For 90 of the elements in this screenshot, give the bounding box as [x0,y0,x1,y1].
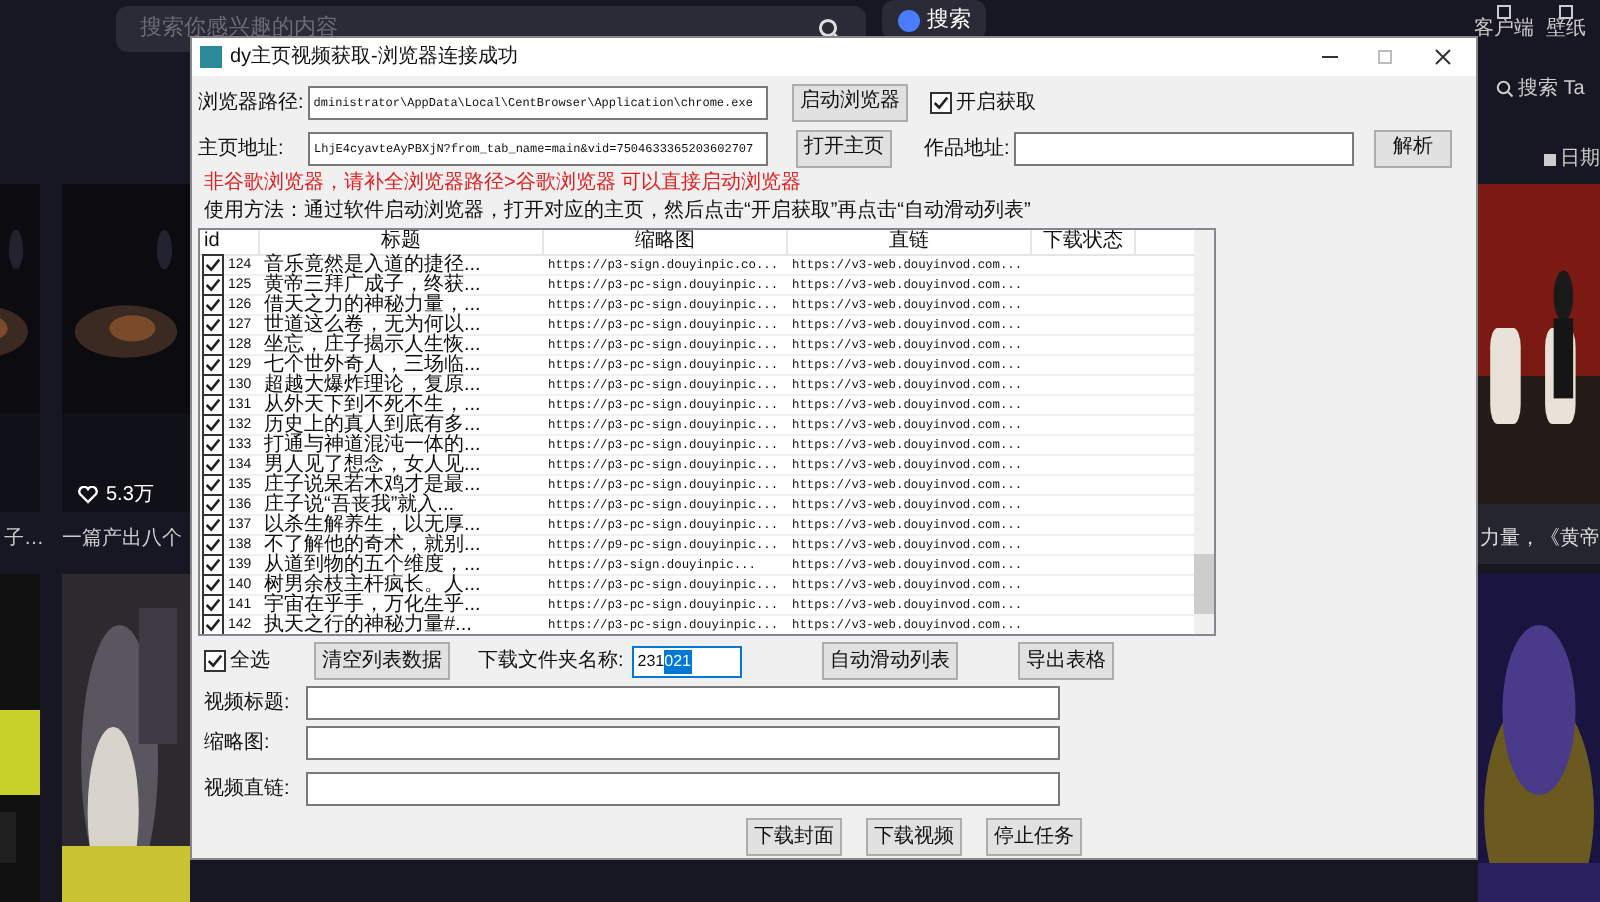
row-checkbox[interactable] [202,554,224,576]
usage-text: 使用方法：通过软件启动浏览器，打开对应的主页，然后点击“开启获取”再点击“自动滑动列表” [202,198,1033,224]
ai-search-button[interactable]: 搜索 [882,0,986,40]
input-field[interactable] [306,686,1060,720]
row-checkbox[interactable] [202,254,224,276]
nav-link[interactable]: 壁纸 [1546,20,1586,40]
warning-text: 非谷歌浏览器，请补全浏览器路径>谷歌浏览器 可以直接启动浏览器 [202,170,804,196]
table-cell-text: 世道这么卷，无为何以... [262,315,483,335]
row-checkbox[interactable] [202,534,224,556]
column-header[interactable]: 标题 [260,230,544,254]
table-cell-text: 历史上的真人到底有多... [262,415,483,435]
field-label: 下载文件夹名称: [478,647,624,676]
row-checkbox[interactable] [202,374,224,396]
checkbox[interactable] [204,650,226,672]
heart-icon [78,486,98,504]
row-checkbox[interactable] [202,614,224,634]
checkbox[interactable] [929,91,952,113]
table-cell-text: 借天之力的神秘力量，... [262,295,483,315]
input-field[interactable] [1013,131,1354,165]
input-field[interactable] [306,772,1060,806]
field-label: 浏览器路径: [198,89,304,117]
table-cell-text: 音乐竟然是入道的捷径... [262,255,483,275]
field-label: 主页地址: [198,135,286,163]
table-cell-text: 男人见了想念，女人见... [262,455,483,475]
table-cell-text: 打通与神道混沌一体的... [262,435,483,455]
nav-icon [1556,4,1576,20]
search-icon [818,17,842,41]
button[interactable]: 下载视频 [866,818,962,856]
calendar-icon [1544,153,1556,165]
row-checkbox[interactable] [202,454,224,476]
table-cell-text: 坐忘，庄子揭示人生恢... [262,335,483,355]
row-checkbox[interactable] [202,474,224,496]
row-checkbox[interactable] [202,314,224,336]
button[interactable]: 启动浏览器 [791,83,908,121]
field-label: 视频标题: [204,689,292,718]
row-checkbox[interactable] [202,434,224,456]
video-caption: 力量，《黄帝 [1480,525,1600,554]
field-label: 作品地址: [924,135,1010,163]
row-checkbox[interactable] [202,494,224,516]
button[interactable]: 自动滑动列表 [821,642,958,680]
table-cell-text: 从道到物的五个维度，... [262,555,483,575]
column-header[interactable]: 缩略图 [544,230,788,254]
nav-icon [1494,4,1514,20]
column-header[interactable]: 直链 [788,230,1032,254]
like-count: 5.3万 [106,482,154,510]
row-checkbox[interactable] [202,294,224,316]
table-cell-text: 庄子说呆若木鸡才是最... [262,475,483,495]
table-cell-text: 执天之行的神秘力量#... [262,615,474,634]
row-checkbox[interactable] [202,334,224,356]
button[interactable]: 清空列表数据 [314,642,450,680]
column-header[interactable]: 下载状态 [1032,230,1136,254]
table-cell-text: 超越大爆炸理论，复原... [262,375,483,395]
video-caption: 子… [4,526,44,554]
checkbox-label: 全选 [230,647,270,676]
row-checkbox[interactable] [202,354,224,376]
field-label: 视频直链: [204,775,292,804]
button[interactable]: 导出表格 [1017,642,1114,680]
nav-link[interactable]: 客户端 [1474,20,1534,40]
video-caption: 一篇产出八个 [62,525,182,554]
field-label: 缩略图: [204,729,272,758]
table-cell-text: 七个世外奇人，三场临... [262,355,483,375]
table-cell-text: 不了解他的奇术，就别... [262,535,483,555]
button[interactable]: 停止任务 [986,818,1082,856]
search-link[interactable]: 搜索 Ta [1518,74,1585,104]
row-checkbox[interactable] [202,574,224,596]
row-checkbox[interactable] [202,274,224,296]
button[interactable]: 下载封面 [746,818,842,856]
scrollbar[interactable] [1194,230,1214,634]
table-cell-text: 树男余枝主杆疯长。人... [262,575,483,595]
caption-bar [1478,504,1600,564]
table-cell-text: 黄帝三拜广成子，终获... [262,275,483,295]
input-field[interactable] [306,726,1060,760]
table-cell-text: 庄子说“吾丧我”就入... [262,495,454,515]
row-checkbox[interactable] [202,394,224,416]
row-checkbox[interactable] [202,514,224,536]
button[interactable]: 解析 [1373,129,1452,167]
ai-icon [897,9,919,31]
app-icon [200,46,222,68]
row-checkbox[interactable] [202,414,224,436]
table-cell-text: 从外天下到不死不生，... [262,395,483,415]
row-checkbox[interactable] [202,594,224,616]
search-icon [1496,80,1514,98]
checkbox-label: 开启获取 [955,89,1036,117]
table-cell-text: 以杀生解养生，以无厚... [262,515,483,535]
folder-name-field[interactable]: 231021 [631,645,742,677]
table-cell-text: 宇宙在乎手，万化生乎... [262,595,483,615]
button[interactable]: 打开主页 [796,129,892,167]
date-filter[interactable]: 日期 [1560,144,1600,174]
scrollbar-thumb[interactable] [1194,554,1214,614]
close-icon[interactable] [1434,48,1452,66]
